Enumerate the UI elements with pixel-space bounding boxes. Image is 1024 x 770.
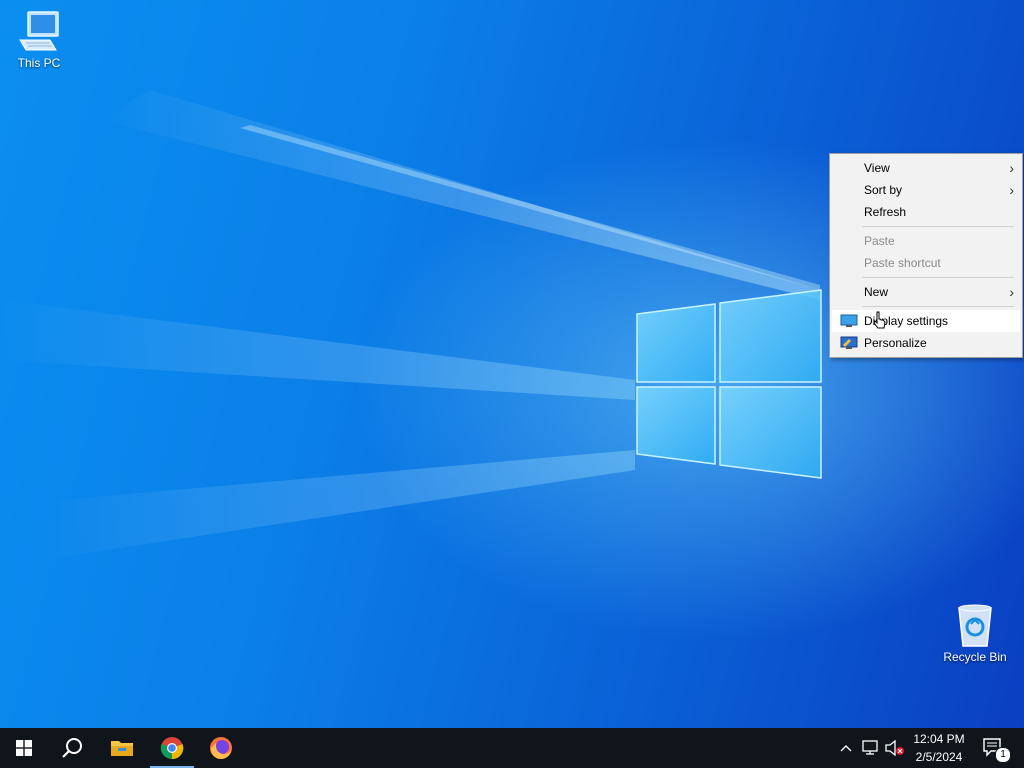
menu-separator [862,226,1014,227]
action-center-button[interactable]: 1 [978,728,1018,768]
menu-item-label: Sort by [864,183,903,197]
menu-item-paste-shortcut[interactable]: Paste shortcut [832,252,1020,274]
desktop-icon-this-pc[interactable]: This PC [1,10,77,70]
menu-item-new[interactable]: New › [832,281,1020,303]
clock-date: 2/5/2024 [915,750,963,764]
taskbar-chrome[interactable] [148,728,196,768]
desktop-icon-label: Recycle Bin [943,650,1007,664]
menu-item-label: Refresh [864,205,907,219]
notification-badge: 1 [995,747,1011,763]
desktop[interactable]: This PC Recycle Bin View › Sort by › Ref… [0,0,1024,728]
menu-item-label: Paste [864,234,895,248]
taskbar-clock[interactable]: 12:04 PM 2/5/2024 [906,728,972,770]
taskbar-file-explorer[interactable] [98,728,146,768]
firefox-icon [210,737,232,760]
this-pc-icon [19,11,59,51]
show-hidden-icons-button[interactable] [836,728,856,768]
menu-separator [862,306,1014,307]
display-settings-icon [840,314,858,327]
volume-tray-button[interactable] [884,728,906,768]
wallpaper-light-beams [0,90,820,560]
menu-item-label: New [864,285,889,299]
chevron-up-icon [840,745,852,752]
desktop-context-menu: View › Sort by › Refresh Paste Paste sho… [829,153,1023,358]
menu-item-refresh[interactable]: Refresh [832,201,1020,223]
desktop-icon-label: This PC [17,56,61,70]
taskbar-firefox[interactable] [197,728,245,768]
mouse-cursor-icon [873,311,886,329]
search-button[interactable] [48,728,96,768]
menu-item-personalize[interactable]: Personalize [832,332,1020,354]
volume-muted-icon [885,740,904,756]
personalize-icon [840,336,858,349]
chevron-right-icon: › [1009,284,1014,300]
clock-time: 12:04 PM [913,732,965,746]
network-icon [862,740,878,755]
menu-separator [862,277,1014,278]
menu-item-display-settings[interactable]: Display settings [832,310,1020,332]
network-tray-button[interactable] [860,728,882,768]
menu-item-view[interactable]: View › [832,157,1020,179]
menu-item-label: View [864,161,890,175]
file-explorer-icon [111,741,133,756]
windows-wallpaper-logo [636,289,822,479]
menu-item-sort-by[interactable]: Sort by › [832,179,1020,201]
menu-item-label: Personalize [864,336,927,350]
chrome-icon [160,737,184,760]
recycle-bin-icon [958,604,992,647]
start-button[interactable] [0,728,48,768]
windows-start-icon [16,740,32,756]
menu-item-paste[interactable]: Paste [832,230,1020,252]
search-icon [62,738,82,758]
desktop-icon-recycle-bin[interactable]: Recycle Bin [936,602,1014,664]
taskbar: 12:04 PM 2/5/2024 1 [0,728,1024,768]
menu-item-label: Paste shortcut [864,256,941,270]
chevron-right-icon: › [1009,160,1014,176]
chevron-right-icon: › [1009,182,1014,198]
